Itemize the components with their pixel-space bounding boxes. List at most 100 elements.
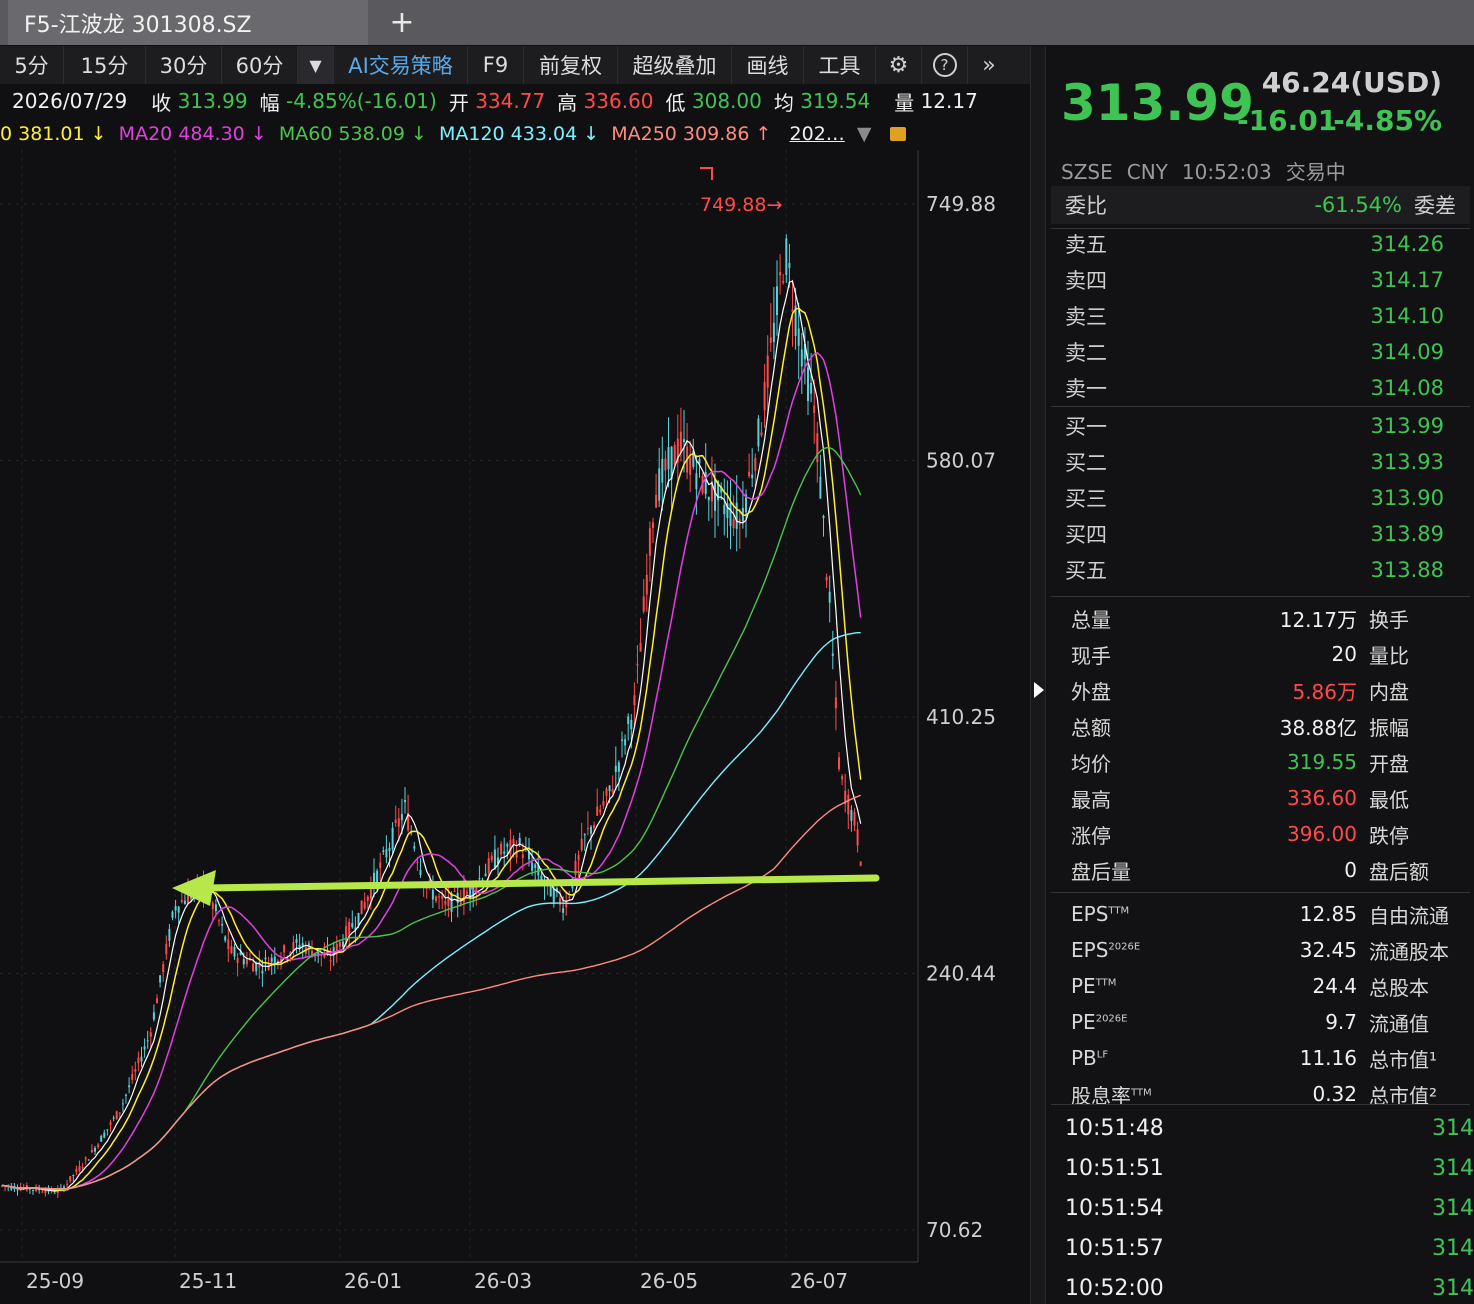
bid-row[interactable]: 买二 313.93 bbox=[1051, 444, 1470, 480]
bid-row[interactable]: 买五 313.88 bbox=[1051, 552, 1470, 588]
ask-label: 卖二 bbox=[1065, 341, 1107, 365]
candle-body bbox=[66, 1183, 69, 1186]
candle-body bbox=[87, 1159, 90, 1161]
period-30min-button[interactable]: 30分 bbox=[146, 46, 222, 84]
bid-row[interactable]: 买一 313.99 bbox=[1051, 408, 1470, 444]
settings-icon[interactable]: ⚙ bbox=[876, 46, 922, 84]
bar-date: 2026/07/29 bbox=[12, 89, 128, 113]
period-15min-button[interactable]: 15分 bbox=[64, 46, 146, 84]
ask-row[interactable]: 卖三 314.10 bbox=[1051, 298, 1470, 334]
ask-row[interactable]: 卖五 314.26 bbox=[1051, 226, 1470, 262]
stat-value: 319.55 bbox=[1287, 750, 1357, 774]
candle-body bbox=[534, 864, 537, 868]
tools-button[interactable]: 工具 bbox=[804, 46, 876, 84]
lock-icon[interactable] bbox=[889, 127, 906, 141]
tick-row: 10:52:00 314 bbox=[1051, 1268, 1474, 1304]
price-axis: 749.88 580.07 410.25 240.44 70.62 bbox=[0, 150, 996, 1263]
low-value: 308.00 bbox=[691, 89, 762, 113]
currency: CNY bbox=[1126, 160, 1168, 184]
candle-body bbox=[230, 945, 233, 954]
ask-label: 卖三 bbox=[1065, 305, 1107, 329]
bid-row[interactable]: 买三 313.90 bbox=[1051, 480, 1470, 516]
ma-dropdown-icon[interactable]: ▼ bbox=[857, 123, 872, 145]
candle-body bbox=[652, 522, 654, 528]
candle-body bbox=[233, 947, 236, 957]
candle-body bbox=[732, 518, 735, 529]
add-tab-icon[interactable]: + bbox=[384, 0, 420, 45]
stats-table: 总量 12.17万 换手 现手 20 量比 外盘 5.86万 内盘 总额 38.88亿 振幅 均… bbox=[1051, 600, 1470, 1112]
candle-body bbox=[94, 1147, 96, 1152]
ask-price: 314.17 bbox=[1370, 268, 1444, 292]
candle-body bbox=[307, 943, 310, 946]
expand-arrow-icon[interactable] bbox=[1034, 682, 1044, 698]
candle-body bbox=[500, 843, 503, 855]
candle-body bbox=[698, 459, 701, 464]
candle-body bbox=[828, 591, 831, 603]
tab-title: F5-江波龙 301308.SZ bbox=[24, 12, 252, 38]
ma-more-link[interactable]: 202… bbox=[790, 123, 845, 145]
candle-body bbox=[723, 504, 726, 515]
candle-body bbox=[338, 941, 341, 947]
order-ratio-row: 委比 -61.54% 委差 bbox=[1051, 186, 1470, 224]
stat-key2: 跌停 bbox=[1369, 823, 1409, 848]
time-axis: 25-09 25-11 26-01 26-03 26-05 26-07 bbox=[26, 1269, 848, 1293]
help-icon[interactable]: ? bbox=[922, 46, 968, 84]
ai-strategy-button[interactable]: AI交易策略 bbox=[334, 46, 468, 84]
fund-key: EPSTTM bbox=[1071, 902, 1130, 926]
draw-button[interactable]: 画线 bbox=[732, 46, 804, 84]
candle-body bbox=[673, 445, 676, 466]
f9-button[interactable]: F9 bbox=[468, 46, 524, 84]
candle-body bbox=[103, 1132, 106, 1138]
stat-value: 38.88亿 bbox=[1279, 715, 1357, 740]
period-60min-button[interactable]: 60分 bbox=[222, 46, 298, 84]
fund-value: 32.45 bbox=[1299, 938, 1357, 962]
kline-chart[interactable]: 749.88 580.07 410.25 240.44 70.62 25-09 25-11… bbox=[0, 150, 1030, 1304]
overlay-button[interactable]: 超级叠加 bbox=[618, 46, 732, 84]
candle-body bbox=[295, 939, 298, 943]
ma20-value: MA20 484.30 bbox=[118, 123, 245, 145]
fund-row: PETTM 24.4 总股本 bbox=[1051, 968, 1470, 1004]
ask-row[interactable]: 卖四 314.17 bbox=[1051, 262, 1470, 298]
usd-price: 46.24(USD) bbox=[1261, 66, 1442, 99]
candle-body bbox=[580, 838, 583, 850]
candle-body bbox=[72, 1174, 75, 1177]
exchange: SZSE bbox=[1061, 160, 1113, 184]
period-dropdown-icon[interactable]: ▼ bbox=[298, 46, 334, 84]
candle-body bbox=[853, 811, 856, 826]
bid-label: 买五 bbox=[1065, 559, 1107, 583]
bid-label: 买四 bbox=[1065, 523, 1107, 547]
candle-body bbox=[810, 382, 813, 394]
ma20-arrow-icon: ↓ bbox=[250, 123, 267, 145]
candle-body bbox=[261, 970, 264, 974]
ask-row[interactable]: 卖一 314.08 bbox=[1051, 370, 1470, 406]
tick-list[interactable]: 10:51:48 314 10:51:51 314 10:51:54 314 10:5… bbox=[1051, 1108, 1474, 1304]
candle-body bbox=[466, 892, 468, 894]
candle-body bbox=[639, 642, 642, 652]
candle-body bbox=[565, 901, 568, 908]
ask-row[interactable]: 卖二 314.09 bbox=[1051, 334, 1470, 370]
fund-value: 12.85 bbox=[1299, 902, 1357, 926]
candle-body bbox=[106, 1129, 109, 1131]
bid-price: 313.93 bbox=[1370, 450, 1444, 474]
amp-value: -4.85%(-16.01) bbox=[285, 89, 437, 113]
tab-stock[interactable]: F5-江波龙 301308.SZ bbox=[8, 0, 368, 45]
period-5min-button[interactable]: 5分 bbox=[0, 46, 64, 84]
ma120-value: MA120 433.04 bbox=[438, 123, 578, 145]
candle-body bbox=[509, 839, 512, 855]
stat-row: 最高 336.60 最低 bbox=[1051, 780, 1470, 816]
x-tick-label: 26-01 bbox=[344, 1269, 402, 1293]
ma250-arrow-icon: ↑ bbox=[755, 123, 772, 145]
candle-body bbox=[348, 921, 351, 935]
bid-row[interactable]: 买四 313.89 bbox=[1051, 516, 1470, 552]
candle-body bbox=[342, 941, 344, 947]
peak-marker-icon bbox=[700, 167, 713, 180]
more-icon[interactable]: » bbox=[968, 46, 1010, 84]
stat-key: 最高 bbox=[1071, 787, 1111, 812]
price-change-pct: -4.85% bbox=[1333, 104, 1442, 137]
candle-body bbox=[695, 473, 698, 490]
adjust-button[interactable]: 前复权 bbox=[524, 46, 618, 84]
candle-body bbox=[444, 901, 447, 905]
panel-splitter[interactable] bbox=[1030, 46, 1046, 1304]
candle-body bbox=[453, 890, 456, 892]
ask-label: 卖一 bbox=[1065, 377, 1107, 401]
